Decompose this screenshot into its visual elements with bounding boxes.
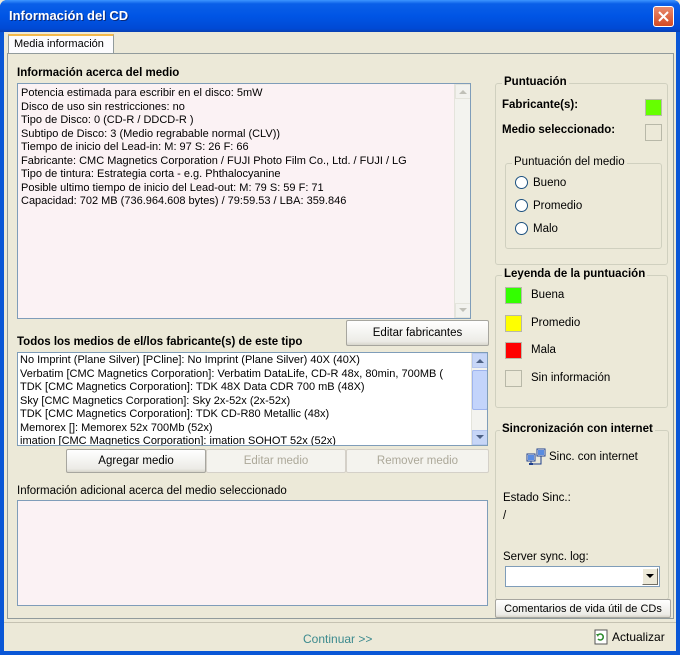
close-button[interactable]: [653, 6, 674, 27]
rating-average-radio[interactable]: Promedio: [515, 199, 582, 212]
list-item[interactable]: Memorex []: Memorex 52x 700Mb (52x): [20, 422, 443, 436]
arrow-up-icon: [459, 90, 467, 94]
arrow-down-icon: [476, 435, 484, 439]
footer-bar: Continuar >> Actualizar: [4, 622, 676, 651]
legend-label-bad: Mala: [531, 344, 556, 356]
sync-status-label: Estado Sinc.:: [503, 492, 571, 504]
rating-legend-group: Leyenda de la puntuación Buena Promedio …: [495, 268, 668, 408]
list-item[interactable]: Verbatim [CMC Magnetics Corporation]: Ve…: [20, 368, 443, 382]
add-media-button[interactable]: Agregar medio: [66, 449, 206, 473]
list-item[interactable]: No Imprint (Plane Silver) [PCline]: No I…: [20, 354, 443, 368]
sync-internet-button[interactable]: Sinc. con internet: [526, 448, 638, 466]
list-item[interactable]: Sky [CMC Magnetics Corporation]: Sky 2x-…: [20, 395, 443, 409]
refresh-icon: [594, 629, 608, 645]
manufacturer-media-heading: Todos los medios de el/los fabricante(s)…: [17, 336, 303, 348]
refresh-label: Actualizar: [612, 630, 665, 644]
media-info-textbox[interactable]: Potencia estimada para escribir en el di…: [17, 83, 471, 319]
legend-swatch-none: [505, 370, 522, 387]
close-icon: [658, 11, 669, 22]
remove-media-button[interactable]: Remover medio: [346, 449, 489, 473]
title-bar[interactable]: Información del CD: [0, 0, 680, 32]
additional-info-label: Información adicional acerca del medio s…: [17, 485, 287, 497]
rating-bad-label: Malo: [533, 222, 558, 235]
radio-circle-icon: [515, 222, 528, 235]
window-client: Media información Información acerca del…: [4, 32, 676, 651]
rating-average-label: Promedio: [533, 199, 583, 212]
media-info-line: Tiempo de inicio del Lead-in: M: 97 S: 2…: [21, 141, 249, 153]
legend-label-average: Promedio: [531, 317, 581, 329]
manufacturer-media-list[interactable]: No Imprint (Plane Silver) [PCline]: No I…: [17, 352, 488, 446]
media-info-line: Tipo de tintura: Estrategia corta - e.g.…: [21, 168, 281, 180]
media-info-line: Fabricante: CMC Magnetics Corporation / …: [21, 154, 407, 167]
sync-internet-label: Sinc. con internet: [549, 451, 638, 463]
sync-network-icon: [526, 448, 546, 465]
media-info-line: Posible ultimo tiempo de inicio del Lead…: [21, 181, 324, 194]
media-rating-group: Puntuación del medio Bueno Promedio Malo: [505, 156, 662, 249]
legend-heading: Leyenda de la puntuación: [502, 268, 648, 280]
media-rating-heading: Puntuación del medio: [512, 156, 627, 168]
tab-panel: Información acerca del medio Potencia es…: [7, 53, 674, 619]
rating-good-label: Bueno: [533, 176, 567, 189]
edit-media-button[interactable]: Editar medio: [206, 449, 346, 473]
internet-sync-group: Sincronización con internet Sinc. con in…: [495, 423, 669, 600]
list-scroll-up-button[interactable]: [472, 353, 487, 368]
server-log-dropdown-button[interactable]: [642, 568, 658, 585]
media-list-scrollbar[interactable]: [471, 353, 487, 445]
list-item[interactable]: TDK [CMC Magnetics Corporation]: TDK CD-…: [20, 408, 443, 422]
radio-circle-icon: [515, 176, 528, 189]
legend-label-good: Buena: [531, 289, 565, 301]
media-info-line: Disco de uso sin restricciones: no: [21, 100, 185, 113]
rating-group: Puntuación Fabricante(s): Medio seleccio…: [495, 76, 668, 265]
legend-swatch-good: [505, 287, 522, 304]
list-item[interactable]: imation [CMC Magnetics Corporation]: ima…: [20, 435, 443, 445]
sync-status-value: /: [503, 510, 507, 522]
selected-media-rating-label: Medio seleccionado:: [502, 124, 616, 136]
list-item[interactable]: TDK [CMC Magnetics Corporation]: TDK 48X…: [20, 381, 443, 395]
arrow-down-icon: [459, 308, 467, 312]
media-info-line: Subtipo de Disco: 3 (Medio regrabable no…: [21, 127, 281, 140]
scroll-down-button[interactable]: [455, 303, 470, 318]
media-info-line: Capacidad: 702 MB (736.964.608 bytes) / …: [21, 195, 347, 207]
sync-heading: Sincronización con internet: [500, 423, 655, 435]
refresh-button[interactable]: Actualizar: [594, 629, 665, 645]
additional-info-textbox[interactable]: [17, 500, 488, 606]
server-log-label: Server sync. log:: [503, 551, 589, 563]
manufacturer-rating-swatch: [645, 99, 662, 116]
legend-label-none: Sin información: [531, 372, 611, 384]
rating-good-radio[interactable]: Bueno: [515, 176, 566, 189]
window-title: Información del CD: [9, 8, 129, 23]
edit-manufacturers-button[interactable]: Editar fabricantes: [346, 320, 489, 346]
legend-swatch-bad: [505, 342, 522, 359]
manufacturer-rating-label: Fabricante(s):: [502, 99, 579, 111]
selected-media-rating-swatch: [645, 124, 662, 141]
cd-info-window: Información del CD Media información Inf…: [0, 0, 680, 655]
legend-swatch-average: [505, 315, 522, 332]
rating-bad-radio[interactable]: Malo: [515, 222, 558, 235]
continue-link[interactable]: Continuar >>: [303, 632, 372, 646]
media-info-line: Potencia estimada para escribir en el di…: [21, 87, 263, 99]
media-info-line: Tipo de Disco: 0 (CD-R / DDCD-R ): [21, 114, 194, 126]
media-info-lines: Potencia estimada para escribir en el di…: [21, 87, 407, 209]
media-info-heading: Información acerca del medio: [17, 67, 180, 79]
radio-circle-icon: [515, 199, 528, 212]
manufacturer-media-items: No Imprint (Plane Silver) [PCline]: No I…: [20, 354, 443, 445]
media-info-scrollbar[interactable]: [454, 84, 470, 318]
chevron-down-icon: [646, 574, 654, 578]
server-log-select[interactable]: [505, 566, 660, 587]
list-scroll-down-button[interactable]: [472, 430, 487, 445]
cd-lifetime-comments-button[interactable]: Comentarios de vida útil de CDs: [495, 599, 671, 618]
rating-heading: Puntuación: [502, 76, 569, 88]
list-scroll-thumb[interactable]: [472, 370, 487, 410]
scroll-up-button[interactable]: [455, 84, 470, 99]
arrow-up-icon: [476, 359, 484, 363]
tab-media-info[interactable]: Media información: [8, 34, 114, 54]
